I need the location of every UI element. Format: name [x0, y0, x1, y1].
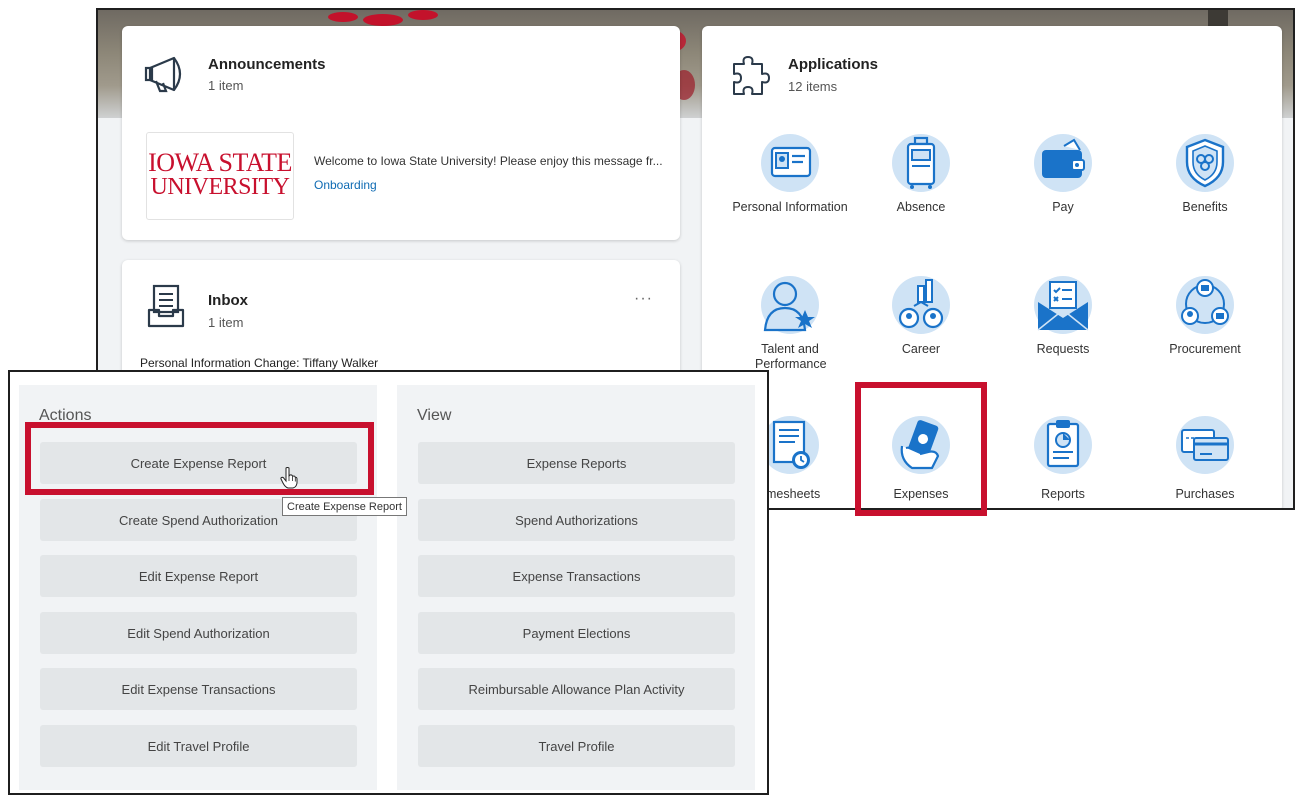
career-chart-icon: [898, 279, 944, 329]
credit-card-icon: [1181, 429, 1229, 461]
megaphone-icon: [144, 56, 182, 93]
edit-travel-profile-button[interactable]: Edit Travel Profile: [40, 725, 357, 767]
envelope-checklist-icon: [1037, 281, 1089, 331]
app-absence[interactable]: Absence: [861, 134, 981, 215]
app-personal-information[interactable]: Personal Information: [730, 134, 850, 215]
isu-logo[interactable]: IOWA STATE UNIVERSITY: [146, 132, 294, 220]
puzzle-icon: [733, 56, 770, 95]
applications-card: Applications 12 items Personal Informati…: [702, 26, 1282, 508]
expense-reports-button[interactable]: Expense Reports: [418, 442, 735, 484]
edit-expense-report-button[interactable]: Edit Expense Report: [40, 555, 357, 597]
app-purchases[interactable]: Purchases: [1145, 416, 1265, 502]
app-benefits[interactable]: Benefits: [1145, 134, 1265, 215]
shield-icon: [1185, 138, 1225, 188]
inbox-count: 1 item: [208, 315, 244, 330]
expense-transactions-button[interactable]: Expense Transactions: [418, 555, 735, 597]
hand-pointer-icon: [280, 467, 298, 489]
inbox-item[interactable]: Personal Information Change: Tiffany Wal…: [140, 356, 378, 370]
wallet-icon: [1042, 138, 1085, 178]
edit-spend-authorization-button[interactable]: Edit Spend Authorization: [40, 612, 357, 654]
timesheet-icon: [772, 420, 810, 469]
id-card-icon: [770, 146, 812, 178]
applications-count: 12 items: [788, 79, 838, 94]
app-reports[interactable]: Reports: [1003, 416, 1123, 502]
announcements-title: Announcements: [208, 56, 326, 73]
announcement-message[interactable]: Welcome to Iowa State University! Please…: [314, 154, 663, 168]
announcements-card: Announcements 1 item IOWA STATE UNIVERSI…: [122, 26, 680, 240]
app-requests[interactable]: Requests: [1003, 276, 1123, 357]
expenses-highlight-box: [855, 382, 987, 516]
app-career[interactable]: Career: [861, 276, 981, 357]
person-star-icon: [763, 281, 815, 332]
create-expense-report-highlight-box: [25, 422, 374, 495]
app-pay[interactable]: Pay: [1003, 134, 1123, 215]
payment-elections-button[interactable]: Payment Elections: [418, 612, 735, 654]
reimbursable-allowance-plan-activity-button[interactable]: Reimbursable Allowance Plan Activity: [418, 668, 735, 710]
view-panel: View Expense Reports Spend Authorization…: [397, 385, 755, 790]
inbox-title: Inbox: [208, 292, 248, 309]
edit-expense-transactions-button[interactable]: Edit Expense Transactions: [40, 668, 357, 710]
procurement-cycle-icon: [1181, 279, 1229, 325]
applications-title: Applications: [788, 56, 879, 73]
inbox-tray-icon: [147, 284, 185, 328]
spend-authorizations-button[interactable]: Spend Authorizations: [418, 499, 735, 541]
announcements-count: 1 item: [208, 78, 244, 93]
onboarding-link[interactable]: Onboarding: [314, 178, 377, 192]
luggage-icon: [906, 136, 936, 189]
clipboard-chart-icon: [1046, 420, 1080, 468]
app-procurement[interactable]: Procurement: [1145, 276, 1265, 357]
create-expense-report-tooltip: Create Expense Report: [282, 497, 407, 516]
travel-profile-button[interactable]: Travel Profile: [418, 725, 735, 767]
app-talent-and-performance[interactable]: Talent and Performance: [730, 276, 850, 372]
inbox-more-button[interactable]: ···: [634, 290, 653, 308]
view-title: View: [417, 407, 452, 424]
